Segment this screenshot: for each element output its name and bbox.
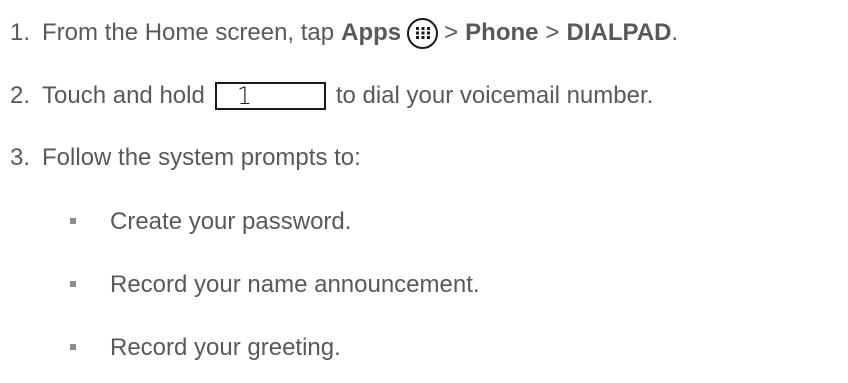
step-text: From the Home screen, tap [42, 19, 335, 46]
step-text: Touch and hold [42, 82, 205, 109]
step-text: to dial your voicemail number. [335, 82, 654, 109]
square-bullet-icon [70, 344, 76, 350]
period: . [671, 19, 679, 46]
dialpad-key-1: 1 [214, 82, 326, 110]
dialpad-label: DIALPAD [566, 19, 672, 46]
step-text: Follow the system prompts to: [42, 144, 361, 171]
square-bullet-icon [70, 281, 76, 287]
sub-item: Create your password. [70, 204, 351, 240]
step-number: 2. [10, 82, 31, 109]
sub-item-text: Record your greeting. [110, 334, 341, 361]
step-2: 2. Touch and hold 1 to dial your voicema… [10, 78, 653, 114]
square-bullet-icon [70, 218, 76, 224]
step-3: 3. Follow the system prompts to: [10, 140, 361, 176]
apps-grid-icon [407, 17, 439, 49]
separator: > [444, 19, 459, 46]
sub-item-text: Create your password. [110, 208, 352, 235]
sub-item: Record your name announcement. [70, 267, 480, 303]
step-1: 1. From the Home screen, tap Apps > Phon… [10, 15, 678, 51]
separator: > [545, 19, 560, 46]
step-number: 1. [10, 19, 31, 46]
sub-item: Record your greeting. [70, 330, 341, 366]
sub-item-text: Record your name announcement. [110, 271, 480, 298]
phone-label: Phone [465, 19, 539, 46]
step-number: 3. [10, 144, 31, 171]
apps-label: Apps [341, 19, 402, 46]
